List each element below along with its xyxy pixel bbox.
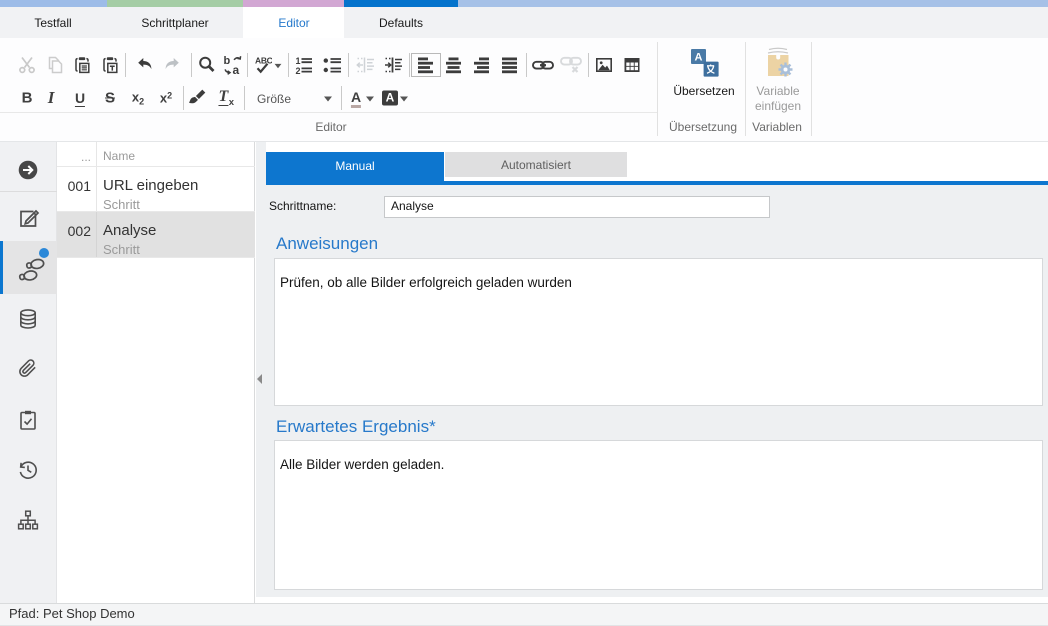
svg-text:1: 1 bbox=[296, 56, 301, 66]
svg-text:a: a bbox=[233, 63, 240, 76]
svg-text:b: b bbox=[224, 55, 231, 67]
svg-text:2: 2 bbox=[296, 66, 301, 75]
svg-text:A: A bbox=[695, 52, 703, 64]
svg-text:ABC: ABC bbox=[255, 55, 272, 65]
